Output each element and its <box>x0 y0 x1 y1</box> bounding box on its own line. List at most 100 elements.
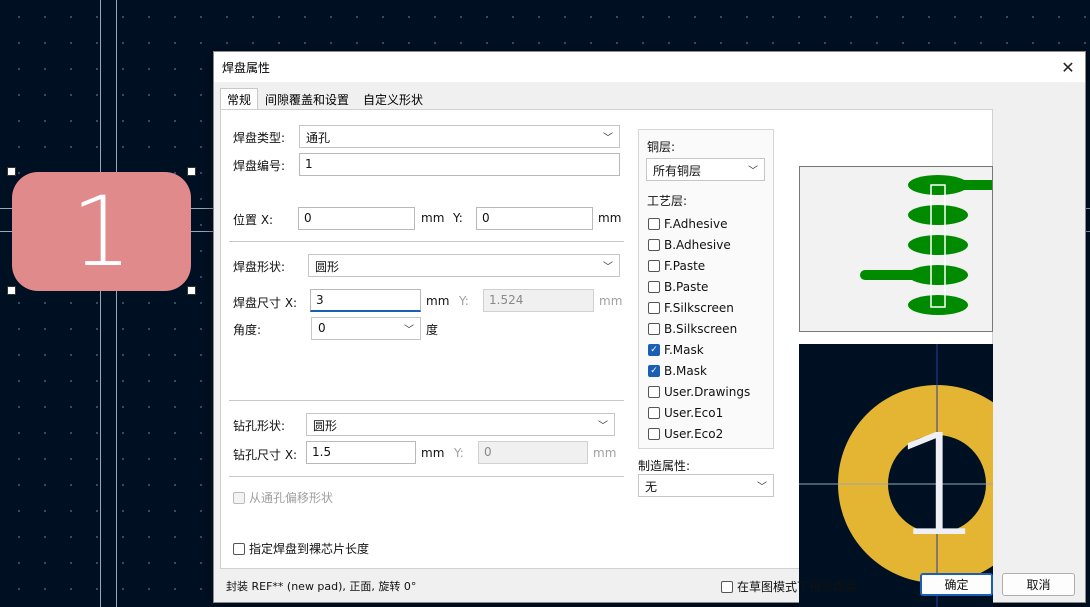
layer-label: F.Mask <box>664 343 704 357</box>
general-tab-panel: 焊盘类型: 通孔 ﹀ 焊盘编号: 1 位置 X: 0 mm Y: 0 mm 焊盘… <box>220 109 1016 607</box>
layer-checkbox-user-drawings[interactable]: User.Drawings <box>648 385 750 399</box>
selection-handle[interactable] <box>7 286 16 295</box>
layer-label: User.Eco1 <box>664 406 724 420</box>
layer-checkbox-b-silkscreen[interactable]: B.Silkscreen <box>648 322 737 336</box>
drill-shape-select[interactable]: 圆形 ﹀ <box>306 413 615 436</box>
pad-size-y-input[interactable]: 1.524 <box>483 289 594 312</box>
layer-checkbox-b-paste[interactable]: B.Paste <box>648 280 708 294</box>
layer-label: F.Adhesive <box>664 217 728 231</box>
chevron-down-icon: ﹀ <box>598 421 608 432</box>
drill-size-x-input[interactable]: 1.5 <box>306 441 416 464</box>
layer-checkbox-f-mask[interactable]: ✓ F.Mask <box>648 343 704 357</box>
layer-label: F.Paste <box>664 259 706 273</box>
chevron-down-icon: ﹀ <box>404 325 414 336</box>
layer-label: B.Adhesive <box>664 238 731 252</box>
pad-number-label: 1 <box>70 175 133 288</box>
checkbox-box <box>648 407 660 419</box>
checkbox-box <box>233 491 245 504</box>
fab-property-label: 制造属性: <box>638 459 691 473</box>
dialog-titlebar: 焊盘属性 ✕ <box>214 52 1085 82</box>
crosshair-vertical <box>100 0 101 607</box>
layer-checkbox-f-adhesive[interactable]: F.Adhesive <box>648 217 727 231</box>
layer-checkbox-f-silkscreen[interactable]: F.Silkscreen <box>648 301 734 315</box>
layer-label: User.Drawings <box>664 385 751 399</box>
layer-checkbox-b-adhesive[interactable]: B.Adhesive <box>648 238 731 252</box>
checkbox-box <box>648 218 660 230</box>
die-length-checkbox-label: 指定焊盘到裸芯片长度 <box>249 542 370 556</box>
checkbox-box <box>648 302 660 314</box>
checkbox-box <box>648 260 660 272</box>
pad-type-label: 焊盘类型: <box>233 131 286 145</box>
offset-checkbox[interactable]: 从通孔偏移形状 <box>233 489 333 506</box>
position-x-label: 位置 X: <box>233 213 274 227</box>
layer-label: B.Mask <box>664 364 707 378</box>
drill-size-y-label: Y: <box>454 446 464 460</box>
copper-layers-select[interactable]: 所有铜层 ﹀ <box>646 158 765 181</box>
dialog-title: 焊盘属性 <box>222 60 271 75</box>
checkbox-box <box>233 542 245 555</box>
pad-type-value: 通孔 <box>306 131 331 145</box>
pad-size-x-input[interactable]: 3 <box>310 289 421 312</box>
drill-size-y-unit: mm <box>593 446 617 460</box>
pad-shape-select[interactable]: 圆形 ﹀ <box>308 254 620 277</box>
section-divider <box>229 241 624 242</box>
checkbox-box <box>648 323 660 335</box>
fab-property-select[interactable]: 无 ﹀ <box>638 474 774 497</box>
layer-checkbox-user-eco1[interactable]: User.Eco1 <box>648 406 723 420</box>
checkbox-box <box>648 428 660 440</box>
chevron-down-icon: ﹀ <box>748 166 758 177</box>
pad-size-x-label: 焊盘尺寸 X: <box>233 296 298 310</box>
section-divider <box>229 400 624 401</box>
chevron-down-icon: ﹀ <box>603 262 613 273</box>
pad-stack-graphic <box>860 175 1016 315</box>
pad-type-select[interactable]: 通孔 ﹀ <box>299 125 620 148</box>
tech-layers-label: 工艺层: <box>647 194 688 208</box>
position-y-input[interactable]: 0 <box>476 207 593 230</box>
tab-general[interactable]: 常规 <box>220 88 259 110</box>
fab-property-value: 无 <box>645 480 658 494</box>
pad-size-y-unit: mm <box>599 294 623 308</box>
section-divider <box>229 476 624 477</box>
checkmark-icon: ✓ <box>648 365 660 377</box>
selection-handle[interactable] <box>187 286 196 295</box>
angle-select[interactable]: 0 ﹀ <box>311 317 421 340</box>
offset-checkbox-label: 从通孔偏移形状 <box>249 491 334 505</box>
pad-preview-graphic: 1 <box>799 344 993 607</box>
status-text: 封装 REF** (new pad), 正面, 旋转 0° <box>226 580 417 593</box>
drill-size-y-input[interactable]: 0 <box>478 441 588 464</box>
sketch-mode-checkbox[interactable]: 在草图模式下预览焊盘 <box>721 578 857 595</box>
tab-clearance[interactable]: 间隙覆盖和设置 <box>258 88 356 110</box>
pad-size-y-label: Y: <box>459 294 469 308</box>
die-length-checkbox[interactable]: 指定焊盘到裸芯片长度 <box>233 540 369 557</box>
copper-layers-label: 铜层: <box>647 140 676 154</box>
checkbox-box <box>648 239 660 251</box>
position-x-input[interactable]: 0 <box>298 207 415 230</box>
pad-properties-dialog: 焊盘属性 ✕ 常规 间隙覆盖和设置 自定义形状 焊盘类型: 通孔 ﹀ 焊盘编号:… <box>213 51 1086 607</box>
layer-checkbox-b-mask[interactable]: ✓ B.Mask <box>648 364 707 378</box>
angle-unit: 度 <box>426 323 439 337</box>
position-y-label: Y: <box>453 211 463 225</box>
selection-handle[interactable] <box>7 167 16 176</box>
drill-shape-label: 钻孔形状: <box>233 419 286 433</box>
checkbox-box <box>648 281 660 293</box>
close-icon[interactable]: ✕ <box>1057 56 1079 78</box>
checkmark-icon: ✓ <box>648 344 660 356</box>
pad-number-input[interactable]: 1 <box>299 153 620 176</box>
pad-shape-label: 焊盘形状: <box>233 260 286 274</box>
selection-handle[interactable] <box>187 167 196 176</box>
cancel-button[interactable]: 取消 <box>1002 573 1075 596</box>
layer-checkbox-f-paste[interactable]: F.Paste <box>648 259 705 273</box>
crosshair-vertical <box>116 0 117 607</box>
layer-label: B.Silkscreen <box>664 322 738 336</box>
angle-label: 角度: <box>233 323 262 337</box>
checkbox-box <box>648 386 660 398</box>
pad-stack-preview <box>799 166 1016 332</box>
ok-button[interactable]: 确定 <box>920 573 993 596</box>
angle-value: 0 <box>318 321 326 335</box>
pad-number-label: 焊盘编号: <box>233 159 286 173</box>
layer-checkbox-user-eco2[interactable]: User.Eco2 <box>648 427 723 441</box>
tab-custom-shape[interactable]: 自定义形状 <box>356 88 430 110</box>
tab-bar: 常规 间隙覆盖和设置 自定义形状 <box>220 88 430 110</box>
checkbox-box <box>721 580 733 593</box>
sketch-mode-label: 在草图模式下预览焊盘 <box>737 580 858 594</box>
